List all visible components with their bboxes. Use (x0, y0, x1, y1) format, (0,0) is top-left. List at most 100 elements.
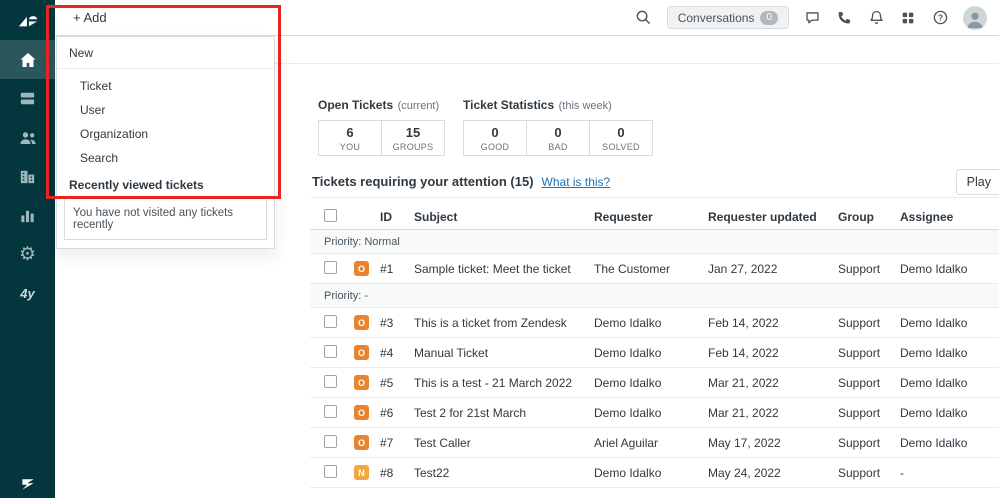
tickets-table: ID Subject Requester Requester updated Group… (310, 204, 999, 488)
recent-tickets-empty-message: You have not visited any tickets recentl… (64, 198, 267, 240)
zendesk-z-icon[interactable] (0, 476, 55, 492)
table-row[interactable]: O #3 This is a ticket from Zendesk Demo … (310, 308, 999, 338)
ticket-requester: Demo Idalko (594, 345, 662, 360)
stat-value: 15 (405, 124, 421, 140)
app-icon: 4y (20, 286, 35, 301)
ticket-subject[interactable]: Test 2 for 21st March (414, 406, 594, 420)
stat-cells: 6 YOU 15 GROUPS (318, 120, 445, 156)
ticket-group: Support (838, 375, 881, 390)
column-header-id[interactable]: ID (380, 210, 414, 224)
home-icon (20, 52, 35, 67)
stat-cell[interactable]: 0 GOOD (463, 120, 527, 156)
sidebar-item-app[interactable]: 4y (0, 274, 55, 313)
row-checkbox[interactable] (324, 434, 337, 448)
row-checkbox[interactable] (324, 464, 337, 478)
sidebar-item-organizations[interactable] (0, 157, 55, 196)
ticket-assignee: Demo Idalko (900, 405, 968, 420)
stat-group: Open Tickets (current) 6 YOU 15 GROUPS (318, 96, 445, 156)
ticket-subject[interactable]: Test Caller (414, 436, 594, 450)
bell-icon[interactable] (867, 9, 885, 27)
stat-cell[interactable]: 6 YOU (318, 120, 382, 156)
row-checkbox[interactable] (324, 344, 337, 358)
ticket-requester: The Customer (594, 261, 671, 276)
what-is-this-link[interactable]: What is this? (542, 175, 611, 189)
ticket-subject[interactable]: Manual Ticket (414, 346, 594, 360)
ticket-updated: May 24, 2022 (708, 465, 781, 480)
ticket-assignee: Demo Idalko (900, 435, 968, 450)
chat-icon[interactable] (803, 9, 821, 27)
row-checkbox[interactable] (324, 374, 337, 388)
dropdown-item-search[interactable]: Search (57, 146, 274, 170)
stat-cell[interactable]: 0 BAD (526, 120, 590, 156)
column-header-requester[interactable]: Requester (594, 210, 708, 224)
stat-cell[interactable]: 0 SOLVED (589, 120, 653, 156)
ticket-assignee: Demo Idalko (900, 261, 968, 276)
status-badge: O (354, 375, 369, 391)
organizations-icon (20, 170, 35, 184)
help-icon[interactable]: ? (931, 9, 949, 27)
reporting-icon (21, 210, 34, 223)
stat-label: GOOD (480, 141, 510, 152)
avatar[interactable] (963, 5, 987, 30)
ticket-subject[interactable]: Sample ticket: Meet the ticket (414, 262, 594, 276)
status-badge: O (354, 261, 369, 277)
app-window: ⚙ 4y + Add Conversations 0 ? Open Ticket… (0, 0, 999, 498)
sidebar-item-customers[interactable] (0, 118, 55, 157)
search-icon[interactable] (635, 9, 653, 27)
row-checkbox[interactable] (324, 404, 337, 418)
dropdown-item-ticket[interactable]: Ticket (57, 74, 274, 98)
ticket-group: Support (838, 345, 881, 360)
svg-text:?: ? (937, 13, 942, 23)
stat-value: 0 (491, 124, 499, 140)
ticket-subject[interactable]: This is a ticket from Zendesk (414, 316, 594, 330)
conversations-label: Conversations (677, 10, 755, 25)
dropdown-item-user[interactable]: User (57, 98, 274, 122)
grid-icon[interactable] (899, 9, 917, 27)
column-header-group[interactable]: Group (838, 210, 900, 224)
ticket-subject[interactable]: This is a test - 21 March 2022 (414, 376, 594, 390)
column-header-assignee[interactable]: Assignee (900, 210, 999, 224)
dropdown-item-organization[interactable]: Organization (57, 122, 274, 146)
ticket-id: #7 (380, 435, 394, 450)
sidebar-item-home[interactable] (0, 40, 55, 79)
select-all-checkbox[interactable] (324, 208, 337, 222)
table-row[interactable]: O #1 Sample ticket: Meet the ticket The … (310, 254, 999, 284)
ticket-requester: Demo Idalko (594, 465, 662, 480)
table-row[interactable]: O #5 This is a test - 21 March 2022 Demo… (310, 368, 999, 398)
stat-cell[interactable]: 15 GROUPS (381, 120, 445, 156)
table-row[interactable]: O #7 Test Caller Ariel Aguilar May 17, 2… (310, 428, 999, 458)
ticket-group: Support (838, 315, 881, 330)
status-badge: O (354, 315, 369, 331)
sidebar: ⚙ 4y (0, 0, 55, 498)
views-icon (20, 92, 35, 105)
play-button[interactable]: Play (955, 168, 999, 195)
table-row[interactable]: O #6 Test 2 for 21st March Demo Idalko M… (310, 398, 999, 428)
person-icon (967, 12, 983, 28)
customers-icon (20, 131, 36, 144)
stat-label: GROUPS (392, 141, 434, 152)
sidebar-item-admin[interactable]: ⚙ (0, 235, 55, 274)
table-row[interactable]: N #8 Test22 Demo Idalko May 24, 2022 Sup… (310, 458, 999, 488)
phone-icon[interactable] (835, 9, 853, 27)
conversations-button[interactable]: Conversations 0 (666, 6, 789, 29)
column-header-updated[interactable]: Requester updated (708, 210, 838, 224)
ticket-id: #8 (380, 465, 394, 480)
sidebar-item-reporting[interactable] (0, 196, 55, 235)
ticket-id: #4 (380, 345, 394, 360)
sidebar-item-views[interactable] (0, 79, 55, 118)
stats-row: Open Tickets (current) 6 YOU 15 GROUPS T… (318, 96, 653, 156)
attention-title: Tickets requiring your attention (15) (312, 174, 534, 189)
sidebar-nav: ⚙ 4y (0, 40, 55, 313)
ticket-assignee: Demo Idalko (900, 315, 968, 330)
column-header-subject[interactable]: Subject (414, 210, 594, 224)
row-checkbox[interactable] (324, 314, 337, 328)
table-row[interactable]: O #4 Manual Ticket Demo Idalko Feb 14, 2… (310, 338, 999, 368)
add-dropdown-menu: New Ticket User Organization Search Recentl… (56, 36, 275, 249)
ticket-group: Support (838, 261, 881, 276)
row-checkbox[interactable] (324, 260, 337, 274)
ticket-subject[interactable]: Test22 (414, 466, 594, 480)
zendesk-logo-icon (0, 0, 55, 40)
ticket-id: #6 (380, 405, 394, 420)
ticket-id: #3 (380, 315, 394, 330)
add-button[interactable]: + Add (63, 6, 117, 29)
